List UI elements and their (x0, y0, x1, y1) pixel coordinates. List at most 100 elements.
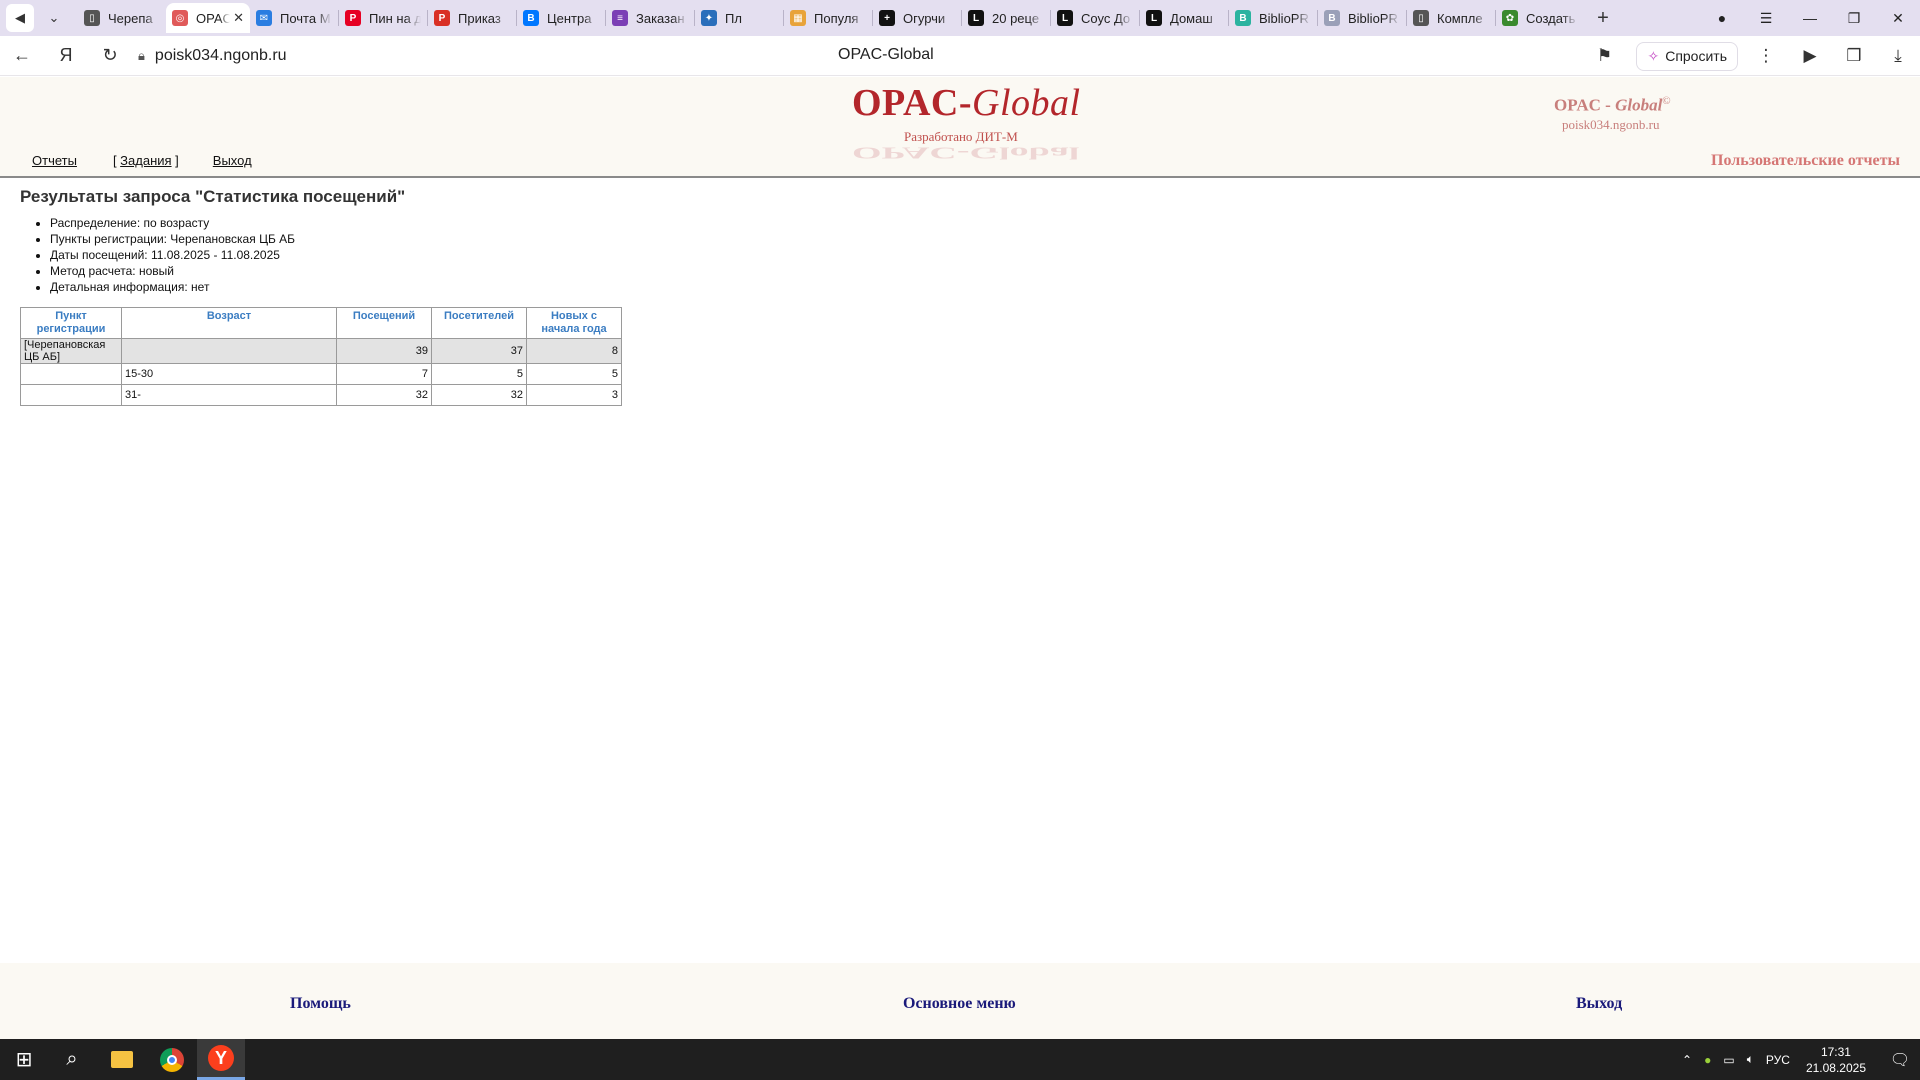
tab-title: Заказан (636, 10, 685, 26)
tab-title: Компле (1437, 10, 1483, 26)
footer-main-menu-link[interactable]: Основное меню (903, 995, 1016, 1013)
browser-tab[interactable]: ▯ Черепа (78, 3, 166, 33)
cell-visits: 39 (336, 338, 432, 364)
pinterest-icon: P (345, 10, 361, 26)
browser-tab[interactable]: ≡ Заказан (606, 3, 694, 33)
browser-tab[interactable]: + Огурчи (873, 3, 961, 33)
cell-new: 8 (526, 338, 622, 364)
tab-title: Огурчи (903, 10, 946, 26)
window-controls: ● ☰ — ❐ ✕ (1700, 0, 1920, 36)
cell-age: 31- (121, 384, 337, 406)
image-icon: ▦ (790, 10, 806, 26)
browser-tab[interactable]: P Пин на д (339, 3, 427, 33)
profile-icon[interactable]: ● (1700, 10, 1744, 26)
footer-exit-link[interactable]: Выход (1576, 995, 1622, 1013)
param-dates: Даты посещений: 11.08.2025 - 11.08.2025 (50, 247, 295, 263)
browser-tab[interactable]: L Домаш (1140, 3, 1228, 33)
developer-credit: Разработано ДИТ-М (904, 129, 1018, 144)
menu-exit-link[interactable]: Выход (213, 153, 252, 168)
table-row-group: [Черепановская ЦБ АБ] 39 37 8 (20, 338, 622, 364)
tab-title: Черепа (108, 10, 153, 26)
logo-reflection: OPAC-Global (852, 143, 1080, 163)
tab-title: Домаш (1170, 10, 1213, 26)
opac-icon: ◎ (172, 10, 188, 26)
volume-icon[interactable]: 🔈︎ (1747, 1052, 1754, 1067)
download-icon[interactable]: ⤓ (1876, 46, 1920, 66)
page-title: OPAC-Global (838, 46, 934, 63)
minimize-button[interactable]: — (1788, 10, 1832, 26)
clock[interactable]: 17:31 21.08.2025 (1806, 1044, 1866, 1076)
network-icon[interactable]: ▭ (1723, 1053, 1734, 1067)
menu-reports-link[interactable]: Отчеты (32, 153, 77, 168)
clock-time: 17:31 (1820, 1044, 1851, 1059)
tab-title: Популя (814, 10, 859, 26)
yandex-icon[interactable]: Я (44, 45, 88, 66)
table-row: 31- 32 32 3 (20, 384, 622, 406)
param-method: Метод расчета: новый (50, 263, 295, 279)
orders-icon: ≡ (612, 10, 628, 26)
menu-tasks-link[interactable]: Задания (120, 153, 171, 168)
browser-tab[interactable]: P Приказ (428, 3, 516, 33)
file-explorer-icon[interactable] (98, 1039, 146, 1080)
close-window-button[interactable]: ✕ (1876, 10, 1920, 27)
cell-visits: 7 (336, 363, 432, 385)
tab-title: Создать (1526, 10, 1576, 26)
ask-button[interactable]: ✧ Спросить (1636, 41, 1738, 71)
browser-tab[interactable]: ✉ Почта М (250, 3, 338, 33)
language-indicator[interactable]: РУС (1766, 1053, 1790, 1067)
url-field[interactable]: 🔒︎ poisk034.ngonb.ru (138, 47, 287, 65)
close-tab-icon[interactable]: ✕ (233, 10, 244, 26)
video-icon[interactable]: ▶ (1788, 46, 1832, 66)
browser-tab[interactable]: L 20 реце (962, 3, 1050, 33)
browser-tab[interactable]: ✦ Пл (695, 3, 783, 33)
chevron-down-icon[interactable]: ⌄ (40, 4, 68, 32)
menu-tasks: [ Задания ] (112, 153, 179, 168)
browser-tab[interactable]: L Соус До (1051, 3, 1139, 33)
table-header-row: Пункт регистрации Возраст Посещений Посе… (20, 307, 622, 339)
table-row: 15-30 7 5 5 (20, 363, 622, 385)
cell-new: 3 (526, 384, 622, 406)
param-points: Пункты регистрации: Черепановская ЦБ АБ (50, 231, 295, 247)
app-tray-icon[interactable]: ● (1704, 1053, 1711, 1067)
chrome-icon[interactable] (148, 1039, 196, 1080)
browser-tab[interactable]: B BiblioPR (1318, 3, 1406, 33)
url-text: poisk034.ngonb.ru (154, 46, 287, 64)
mail-icon: ✉ (256, 10, 272, 26)
logo-main: OPAC- (852, 82, 972, 124)
chevron-up-icon[interactable]: ⌃ (1682, 1053, 1692, 1067)
back-button[interactable]: ← (0, 45, 44, 66)
star-icon: ✦ (701, 10, 717, 26)
browser-tab[interactable]: ◎ OPAC ✕ (166, 3, 250, 33)
new-tab-button[interactable]: + (1590, 5, 1616, 31)
search-icon[interactable]: ⌕ (48, 1039, 96, 1080)
start-button[interactable]: ⊞ (0, 1039, 48, 1080)
browser-tab[interactable]: B BiblioPR (1229, 3, 1317, 33)
cell-visitors: 5 (431, 363, 527, 385)
cell-point (20, 384, 122, 406)
browser-tab[interactable]: ▯ Компле (1407, 3, 1495, 33)
cell-visitors: 37 (431, 338, 527, 364)
bookmark-icon[interactable]: ⚑ (1586, 46, 1622, 66)
l-icon: L (1146, 10, 1162, 26)
reload-button[interactable]: ↻ (88, 45, 132, 66)
brand-host: poisk034.ngonb.ru (1562, 117, 1660, 132)
collections-icon[interactable]: ❒ (1832, 46, 1876, 66)
col-new: Новых с начала года (526, 307, 622, 339)
more-menu-icon[interactable]: ⋮ (1744, 46, 1788, 66)
browser-tab[interactable]: ▦ Популя (784, 3, 872, 33)
speaker-icon[interactable]: ◀ (6, 4, 34, 32)
yandex-browser-icon[interactable]: Y (197, 1039, 245, 1080)
tab-title: Соус До (1081, 10, 1131, 26)
browser-tab[interactable]: B Центра (517, 3, 605, 33)
biblio-icon: B (1235, 10, 1251, 26)
notifications-icon[interactable]: 🗨︎ (1880, 1050, 1920, 1070)
tab-menu-icon[interactable]: ☰ (1744, 10, 1788, 27)
footer-help-link[interactable]: Помощь (290, 995, 351, 1013)
restore-button[interactable]: ❐ (1832, 10, 1876, 27)
system-tray: ⌃ ● ▭ 🔈︎ РУС 17:31 21.08.2025 🗨︎ (1676, 1039, 1920, 1080)
browser-tab[interactable]: ✿ Создать (1496, 3, 1584, 33)
tab-title: BiblioPR (1259, 10, 1309, 26)
ask-label: Спросить (1665, 48, 1727, 64)
cell-age: 15-30 (121, 363, 337, 385)
lock-icon: 🔒︎ (138, 47, 145, 63)
